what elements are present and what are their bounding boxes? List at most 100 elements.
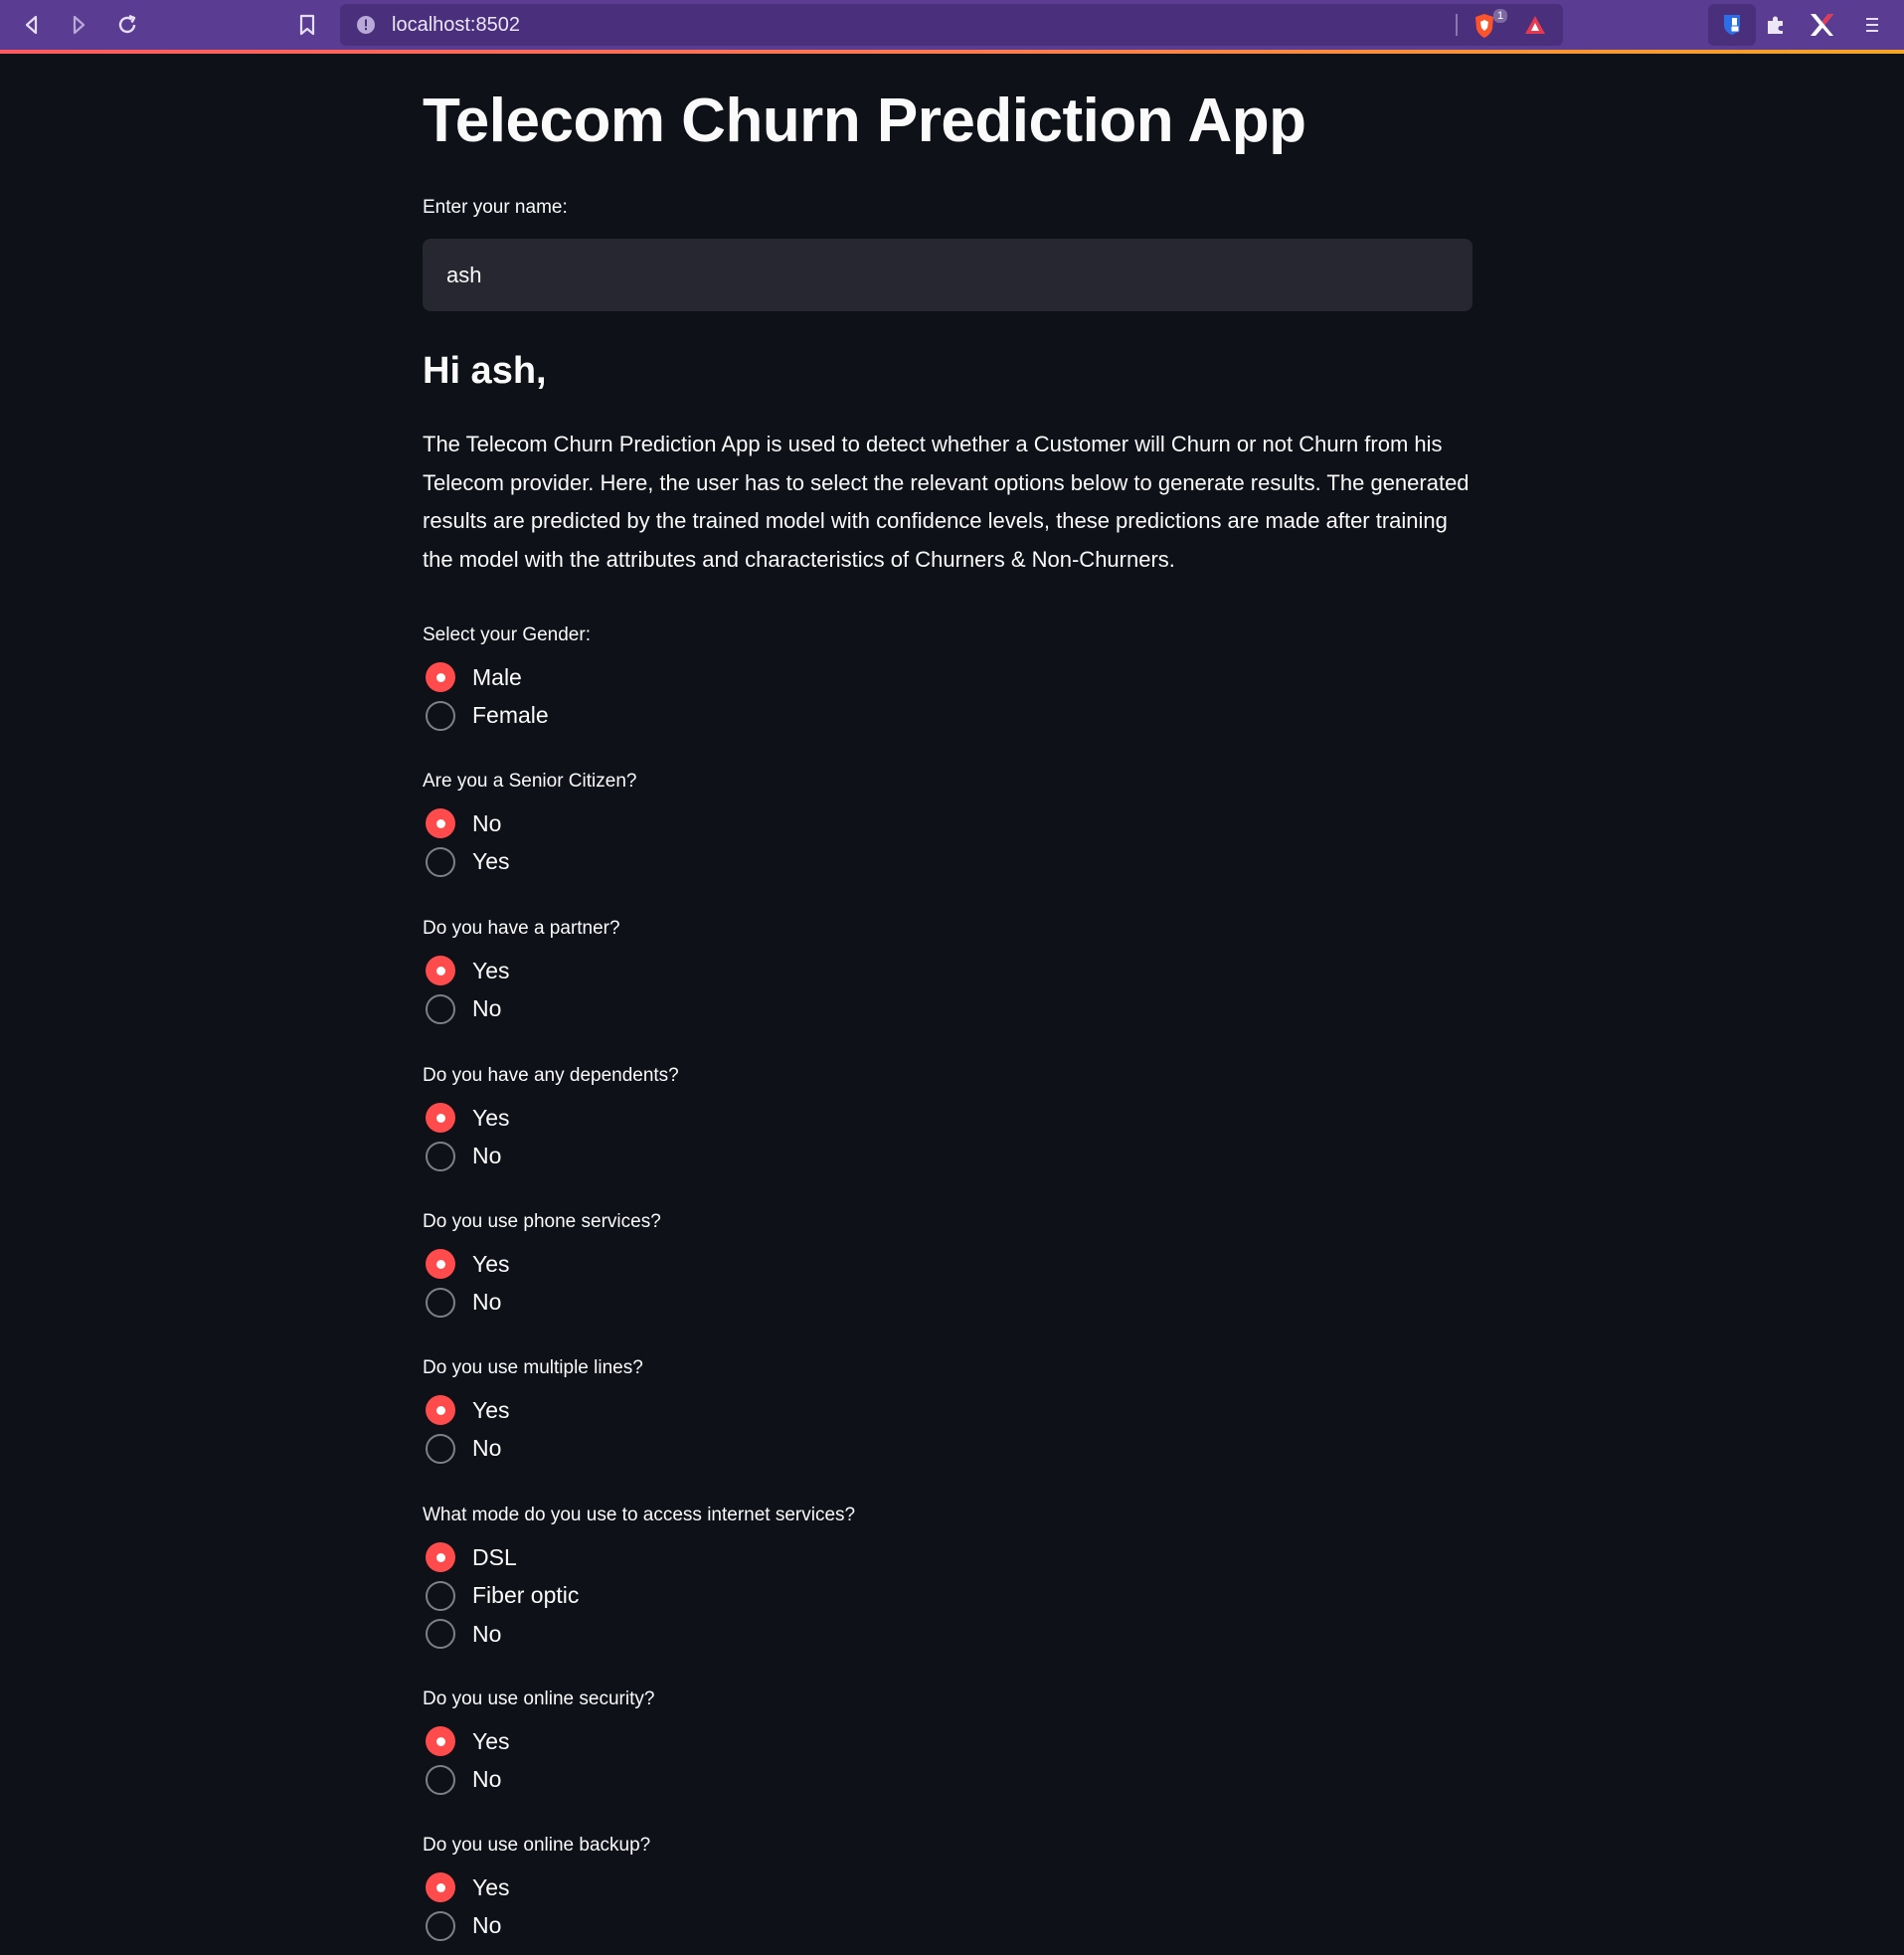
radio-option[interactable]: Yes bbox=[423, 1099, 510, 1138]
radio-option[interactable]: No bbox=[423, 1907, 510, 1946]
radio-checked-icon[interactable] bbox=[426, 662, 455, 693]
extension-x-button[interactable] bbox=[1806, 9, 1837, 41]
radio-option[interactable]: No bbox=[423, 1761, 510, 1800]
question-label: Do you use multiple lines? bbox=[423, 1357, 643, 1378]
radio-option-label[interactable]: No bbox=[472, 1912, 501, 1939]
radio-checked-icon[interactable] bbox=[426, 1542, 455, 1573]
question-label: Do you have any dependents? bbox=[423, 1065, 679, 1086]
radio-option[interactable]: Yes bbox=[423, 843, 510, 882]
radio-option[interactable]: DSL bbox=[423, 1538, 579, 1577]
radio-unchecked-icon[interactable] bbox=[426, 1619, 455, 1650]
radio-group: Yes No bbox=[423, 1245, 510, 1322]
question-label: Do you use phone services? bbox=[423, 1211, 661, 1232]
address-bar-divider bbox=[1456, 14, 1458, 36]
radio-unchecked-icon[interactable] bbox=[426, 700, 455, 731]
radio-option-label[interactable]: No bbox=[472, 1289, 501, 1316]
brave-badge-count: 1 bbox=[1493, 9, 1508, 23]
extension-bitwarden[interactable] bbox=[1708, 4, 1756, 46]
radio-unchecked-icon[interactable] bbox=[426, 993, 455, 1024]
radio-option-label[interactable]: Fiber optic bbox=[472, 1582, 579, 1609]
radio-option-label[interactable]: DSL bbox=[472, 1544, 517, 1571]
radio-option-label[interactable]: Yes bbox=[472, 848, 510, 875]
radio-checked-icon[interactable] bbox=[426, 1103, 455, 1134]
puzzle-icon bbox=[1768, 16, 1783, 34]
radio-option[interactable]: No bbox=[423, 1430, 510, 1469]
radio-checked-icon[interactable] bbox=[426, 808, 455, 839]
radio-option-label[interactable]: Yes bbox=[472, 958, 510, 984]
name-label: Enter your name: bbox=[423, 197, 568, 218]
radio-checked-icon[interactable] bbox=[426, 1249, 455, 1280]
radio-option-label[interactable]: No bbox=[472, 1435, 501, 1462]
radio-unchecked-icon[interactable] bbox=[426, 1141, 455, 1171]
name-input[interactable] bbox=[423, 239, 1472, 311]
radio-unchecked-icon[interactable] bbox=[426, 846, 455, 877]
radio-option[interactable]: Yes bbox=[423, 1391, 510, 1430]
radio-group: DSL Fiber optic No bbox=[423, 1538, 579, 1654]
menu-button[interactable] bbox=[1856, 9, 1888, 41]
page-title: Telecom Churn Prediction App bbox=[423, 87, 1306, 155]
radio-option[interactable]: No bbox=[423, 990, 510, 1029]
question-label: Do you use online backup? bbox=[423, 1835, 651, 1856]
bookmark-icon bbox=[299, 14, 315, 36]
radio-unchecked-icon[interactable] bbox=[426, 1580, 455, 1611]
radio-unchecked-icon[interactable] bbox=[426, 1910, 455, 1941]
radio-option-label[interactable]: Yes bbox=[472, 1397, 510, 1424]
question-label: Do you use online security? bbox=[423, 1688, 655, 1709]
greeting-heading: Hi ash, bbox=[423, 350, 547, 392]
reload-button[interactable] bbox=[111, 9, 143, 41]
radio-checked-icon[interactable] bbox=[426, 1726, 455, 1757]
radio-group: Yes No bbox=[423, 952, 510, 1028]
bitwarden-shield-icon bbox=[1724, 15, 1740, 35]
back-icon bbox=[25, 15, 38, 35]
radio-group: Yes No bbox=[423, 1099, 510, 1175]
radio-option[interactable]: Yes bbox=[423, 1868, 510, 1907]
radio-option-label[interactable]: Yes bbox=[472, 1728, 510, 1755]
back-button[interactable] bbox=[16, 9, 48, 41]
radio-option[interactable]: Fiber optic bbox=[423, 1577, 579, 1616]
radio-option-label[interactable]: No bbox=[472, 810, 501, 837]
question-label: What mode do you use to access internet … bbox=[423, 1505, 856, 1525]
reload-icon bbox=[118, 14, 136, 34]
radio-option-label[interactable]: Male bbox=[472, 664, 522, 691]
radio-unchecked-icon[interactable] bbox=[426, 1764, 455, 1795]
address-bar[interactable]: localhost:8502 1 bbox=[340, 4, 1563, 46]
radio-checked-icon[interactable] bbox=[426, 1872, 455, 1903]
radio-group: Yes No bbox=[423, 1722, 510, 1799]
radio-option-label[interactable]: No bbox=[472, 1621, 501, 1648]
x-logo-icon bbox=[1811, 14, 1833, 36]
site-info-icon[interactable] bbox=[356, 15, 376, 35]
radio-checked-icon[interactable] bbox=[426, 1395, 455, 1426]
radio-option[interactable]: No bbox=[423, 1284, 510, 1323]
forward-button[interactable] bbox=[63, 9, 94, 41]
brave-rewards-icon[interactable] bbox=[1523, 14, 1547, 36]
radio-option[interactable]: Female bbox=[423, 697, 549, 736]
browser-toolbar: localhost:8502 1 bbox=[0, 0, 1904, 54]
radio-option[interactable]: Yes bbox=[423, 1722, 510, 1761]
bookmark-button[interactable] bbox=[291, 9, 323, 41]
radio-option[interactable]: Yes bbox=[423, 1245, 510, 1284]
radio-option[interactable]: No bbox=[423, 1615, 579, 1654]
radio-group: Yes No bbox=[423, 1868, 510, 1945]
hamburger-menu-icon bbox=[1866, 18, 1878, 32]
radio-unchecked-icon[interactable] bbox=[426, 1287, 455, 1318]
radio-option-label[interactable]: No bbox=[472, 995, 501, 1022]
radio-option-label[interactable]: Yes bbox=[472, 1251, 510, 1278]
radio-option-label[interactable]: Yes bbox=[472, 1105, 510, 1132]
radio-option-label[interactable]: No bbox=[472, 1766, 501, 1793]
url-text[interactable]: localhost:8502 bbox=[392, 4, 520, 46]
app-description: The Telecom Churn Prediction App is used… bbox=[423, 432, 1470, 572]
radio-option-label[interactable]: No bbox=[472, 1143, 501, 1169]
radio-group: Male Female bbox=[423, 658, 549, 735]
radio-option[interactable]: No bbox=[423, 804, 510, 843]
radio-checked-icon[interactable] bbox=[426, 956, 455, 986]
question-label: Are you a Senior Citizen? bbox=[423, 771, 637, 792]
extensions-button[interactable] bbox=[1760, 9, 1792, 41]
radio-option-label[interactable]: Female bbox=[472, 702, 549, 729]
forward-icon bbox=[73, 15, 86, 35]
radio-option-label[interactable]: Yes bbox=[472, 1874, 510, 1901]
radio-unchecked-icon[interactable] bbox=[426, 1433, 455, 1464]
radio-option[interactable]: No bbox=[423, 1138, 510, 1176]
radio-option[interactable]: Yes bbox=[423, 952, 510, 990]
radio-option[interactable]: Male bbox=[423, 658, 549, 697]
question-label: Select your Gender: bbox=[423, 624, 591, 645]
